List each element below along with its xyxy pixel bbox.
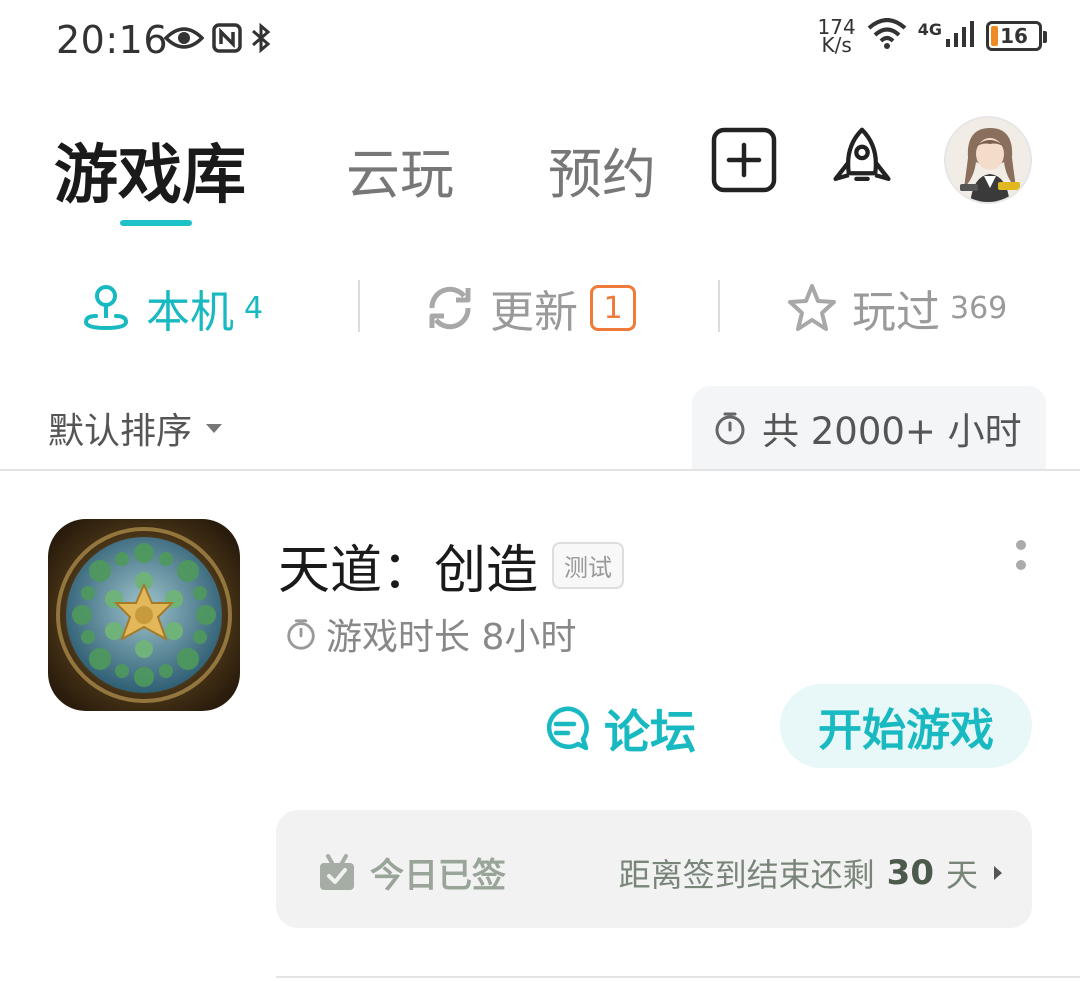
game-cover-image <box>48 519 240 711</box>
subtab-local-label: 本机 <box>146 287 234 338</box>
net-speed-unit: K/s <box>821 33 852 57</box>
signin-prefix: 距离签到结束还剩 <box>618 856 875 894</box>
start-game-button[interactable]: 开始游戏 <box>780 684 1032 768</box>
update-count-badge: 1 <box>590 285 636 331</box>
rocket-button[interactable] <box>828 126 896 194</box>
signin-countdown[interactable]: 距离签到结束还剩 30 天 <box>619 850 1002 896</box>
forum-button[interactable]: 论坛 <box>540 696 696 762</box>
game-tag: 测试 <box>552 542 625 589</box>
wifi-icon <box>866 18 908 54</box>
subtab-update[interactable]: 更新 1 <box>424 276 636 340</box>
game-play-time-label: 游戏时长 8小时 <box>326 617 577 658</box>
signal-icon <box>944 19 976 53</box>
battery-icon: 16 <box>986 21 1047 51</box>
battery-level: 16 <box>1000 24 1028 48</box>
game-title[interactable]: 天道：创造 <box>278 528 538 603</box>
game-icon[interactable] <box>48 519 240 711</box>
status-icons-left <box>163 22 272 58</box>
nfc-icon <box>212 23 242 57</box>
top-tabs: 游戏库 云玩 预约 <box>0 110 1080 230</box>
divider <box>358 280 360 332</box>
divider <box>276 976 1080 978</box>
sub-tabs: 本机 4 更新 1 玩过 369 <box>0 268 1080 348</box>
sort-label: 默认排序 <box>48 411 193 452</box>
game-title-row: 天道：创造 测试 <box>278 528 625 603</box>
signin-unit: 天 <box>945 856 978 894</box>
tab-game-library[interactable]: 游戏库 <box>54 124 246 216</box>
caret-down-icon <box>206 423 223 433</box>
tab-active-indicator <box>120 220 192 226</box>
divider <box>718 280 720 332</box>
local-device-icon <box>84 285 128 331</box>
add-button[interactable] <box>710 126 778 194</box>
forum-icon <box>546 706 589 751</box>
star-icon <box>788 284 836 331</box>
signin-status: 今日已签 <box>318 848 506 897</box>
more-options-icon[interactable] <box>1014 540 1028 570</box>
subtab-update-label: 更新 <box>490 287 578 338</box>
subtab-played[interactable]: 玩过 369 <box>786 276 1007 340</box>
sort-dropdown[interactable]: 默认排序 <box>48 402 223 454</box>
subtab-local[interactable]: 本机 4 <box>80 276 263 340</box>
signin-days: 30 <box>886 853 934 893</box>
eye-icon <box>163 24 205 56</box>
sort-row: 默认排序 共 2000+ 小时 <box>0 386 1080 470</box>
signin-panel[interactable]: 今日已签 距离签到结束还剩 30 天 <box>276 810 1032 928</box>
status-bar: 20:16 174 K/s 4G 16 <box>0 0 1080 80</box>
game-play-time: 游戏时长 8小时 <box>284 608 576 660</box>
add-icon <box>711 127 777 193</box>
timer-icon <box>715 412 745 445</box>
refresh-icon <box>429 286 471 330</box>
rocket-icon <box>833 127 891 182</box>
subtab-played-count: 369 <box>950 290 1008 326</box>
signin-status-label: 今日已签 <box>370 856 506 896</box>
tab-reservation[interactable]: 预约 <box>548 130 656 209</box>
subtab-played-label: 玩过 <box>852 287 940 338</box>
subtab-local-count: 4 <box>244 290 264 326</box>
divider <box>0 469 1080 471</box>
network-type: 4G <box>917 19 942 39</box>
forum-label: 论坛 <box>604 705 696 759</box>
bluetooth-icon <box>250 22 272 58</box>
total-play-time: 共 2000+ 小时 <box>692 386 1046 470</box>
avatar[interactable] <box>944 116 1032 204</box>
avatar-image <box>946 118 1030 202</box>
status-icons-right: 174 K/s 4G 16 <box>818 17 1047 57</box>
timer-icon <box>287 619 315 650</box>
chevron-right-icon <box>994 866 1002 880</box>
gift-check-icon <box>320 853 354 890</box>
tab-cloud-play[interactable]: 云玩 <box>346 130 454 209</box>
status-time: 20:16 <box>56 18 169 62</box>
net-speed: 174 K/s <box>818 17 856 57</box>
total-time-label: 共 2000+ 小时 <box>762 410 1022 453</box>
